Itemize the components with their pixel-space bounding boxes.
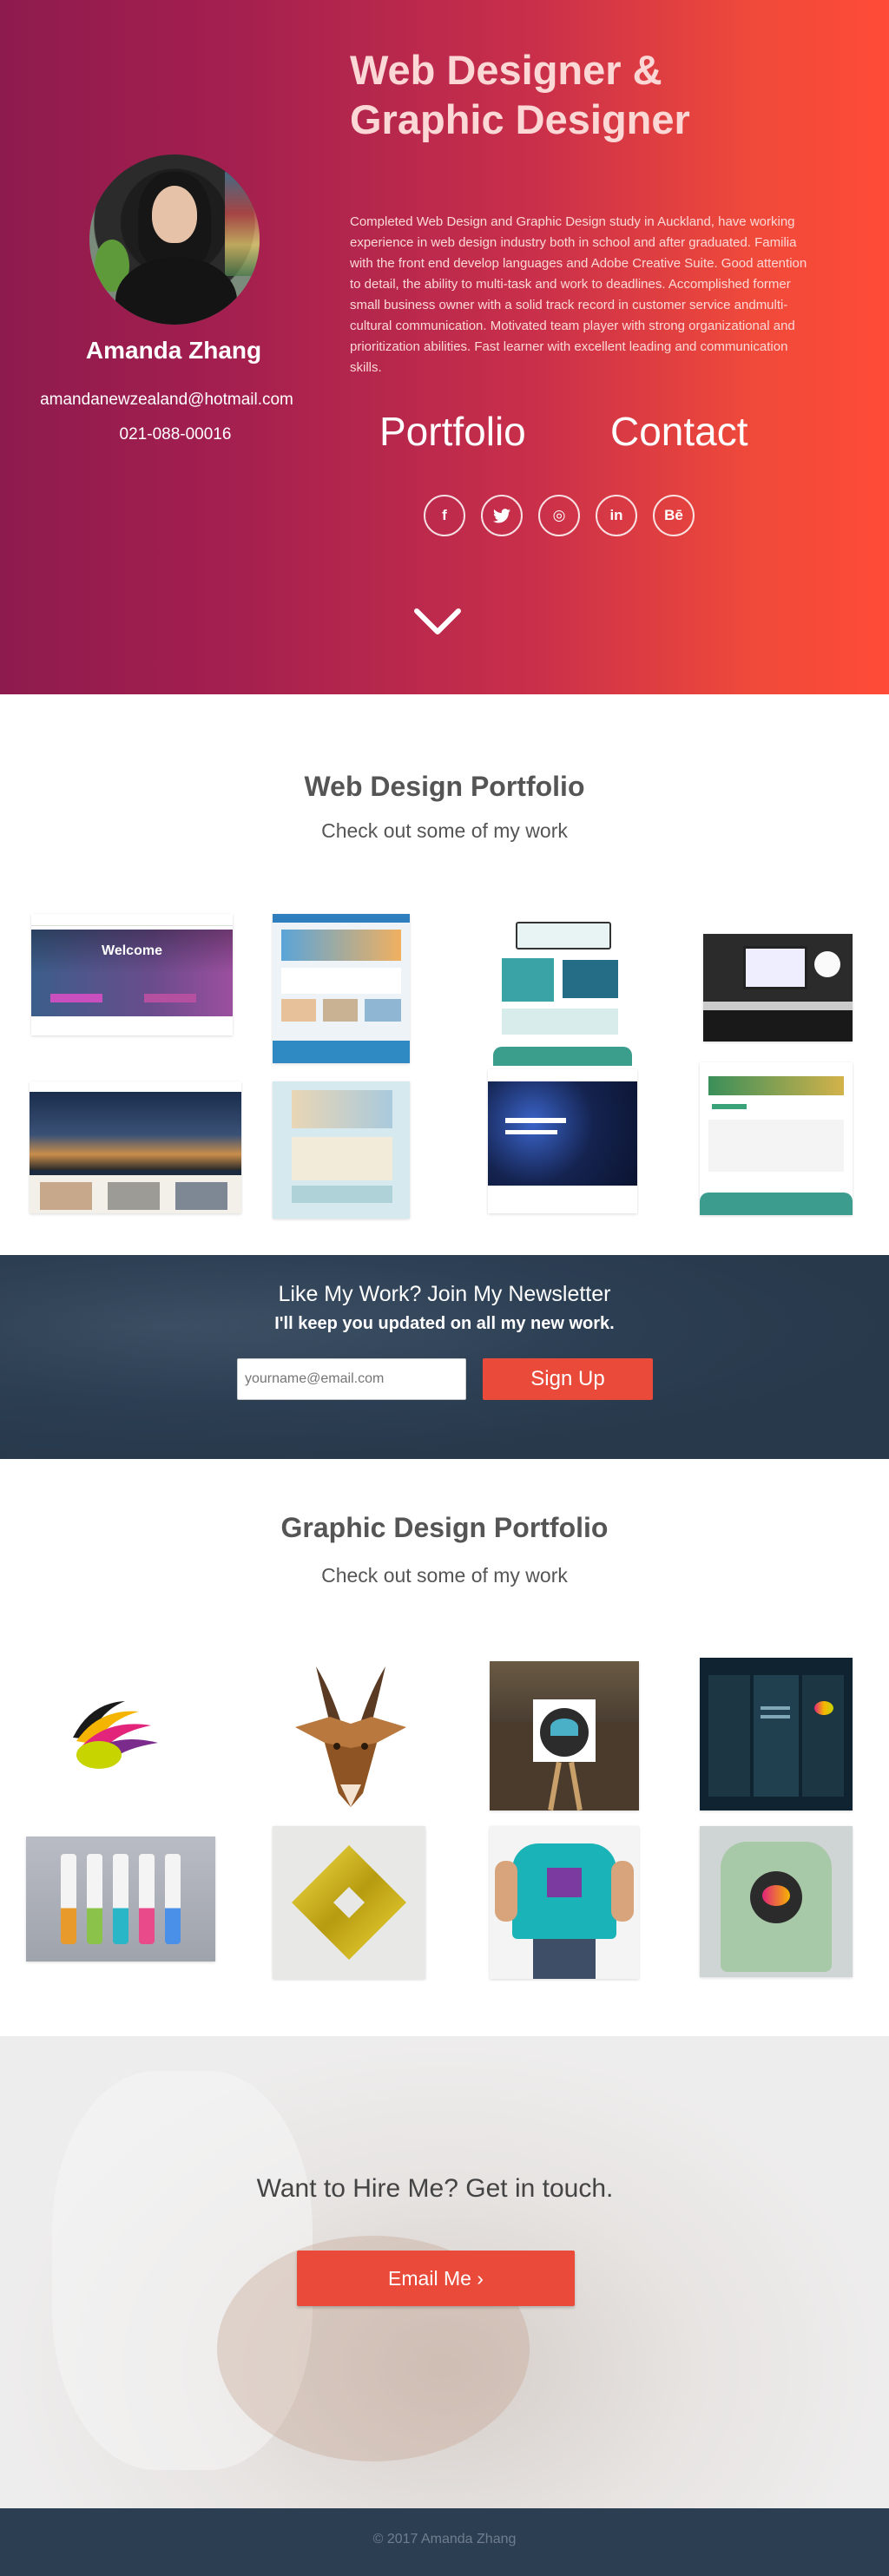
- web-portfolio-title: Web Design Portfolio: [304, 771, 585, 802]
- twitter-icon[interactable]: [481, 495, 523, 536]
- graphic-thumb-2[interactable]: [269, 1663, 432, 1810]
- newsletter-email-input[interactable]: [237, 1358, 466, 1400]
- web-thumb-1-caption: Welcome: [102, 943, 162, 958]
- graphic-thumb-4[interactable]: [700, 1658, 853, 1810]
- nav-contact-link[interactable]: Contact: [610, 408, 748, 455]
- profile-email: amandanewzealand@hotmail.com: [40, 391, 293, 409]
- nav-portfolio-link[interactable]: Portfolio: [379, 408, 526, 455]
- web-thumb-8[interactable]: [700, 1062, 853, 1215]
- hero-title-line2: Graphic Designer: [350, 96, 690, 142]
- facebook-icon[interactable]: f: [424, 495, 465, 536]
- graphic-thumb-5[interactable]: [26, 1837, 215, 1962]
- web-thumb-7[interactable]: [488, 1069, 637, 1213]
- chevron-down-icon[interactable]: [413, 608, 462, 637]
- newsletter-title: Like My Work? Join My Newsletter: [278, 1282, 611, 1306]
- profile-name: Amanda Zhang: [85, 337, 262, 364]
- profile-phone: 021-088-00016: [119, 425, 232, 444]
- linkedin-icon[interactable]: in: [596, 495, 637, 536]
- hire-heading: Want to Hire Me? Get in touch.: [256, 2174, 614, 2203]
- web-thumb-3[interactable]: [493, 908, 632, 1066]
- hero-title-line1: Web Designer &: [350, 47, 662, 93]
- dribbble-icon[interactable]: ◎: [538, 495, 580, 536]
- graphic-portfolio-subtitle: Check out some of my work: [321, 1564, 568, 1587]
- graphic-thumb-6[interactable]: [273, 1826, 425, 1979]
- web-thumb-4[interactable]: [703, 934, 853, 1042]
- web-thumb-1[interactable]: Welcome: [31, 914, 233, 1035]
- graphic-thumb-8[interactable]: [700, 1826, 853, 1977]
- email-me-button[interactable]: Email Me ›: [297, 2251, 575, 2306]
- newsletter-subtitle: I'll keep you updated on all my new work…: [274, 1314, 615, 1333]
- graphic-thumb-1[interactable]: [64, 1694, 165, 1778]
- avatar: [89, 154, 260, 325]
- copyright-text: © 2017 Amanda Zhang: [372, 2532, 517, 2546]
- social-links: f ◎ in Bē: [424, 495, 695, 536]
- bio-text: Completed Web Design and Graphic Design …: [350, 214, 807, 375]
- graphic-thumb-7[interactable]: [490, 1826, 639, 1979]
- sign-up-button[interactable]: Sign Up: [483, 1358, 653, 1400]
- hero-title: Web Designer & Graphic Designer: [350, 45, 801, 144]
- graphic-portfolio-title: Graphic Design Portfolio: [280, 1512, 609, 1543]
- web-thumb-2[interactable]: [273, 914, 410, 1063]
- hero-section: Amanda Zhang amandanewzealand@hotmail.co…: [0, 0, 889, 694]
- behance-icon[interactable]: Bē: [653, 495, 695, 536]
- web-thumb-5[interactable]: [30, 1081, 241, 1213]
- graphic-thumb-3[interactable]: [490, 1661, 639, 1810]
- web-thumb-6[interactable]: [273, 1081, 410, 1219]
- web-portfolio-subtitle: Check out some of my work: [321, 819, 568, 842]
